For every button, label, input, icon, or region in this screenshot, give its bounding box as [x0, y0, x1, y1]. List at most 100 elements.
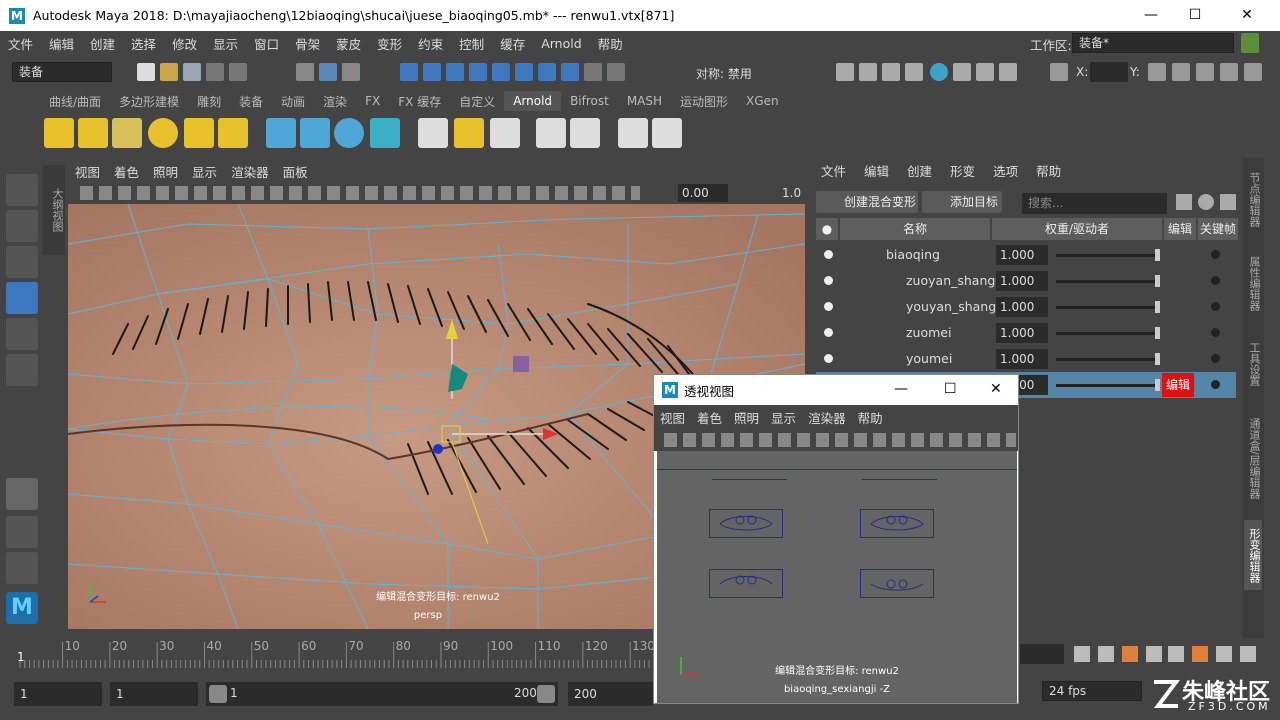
popup-minimize-button[interactable]: —: [894, 381, 908, 397]
tab-shape-editor[interactable]: 形变编辑器: [1244, 520, 1262, 590]
se-menu-file[interactable]: 文件: [812, 161, 855, 180]
character-controls-icon[interactable]: [1196, 63, 1214, 81]
weight-field[interactable]: 1.000: [996, 297, 1048, 317]
outliner-sidebar[interactable]: 大纲视图: [43, 165, 65, 255]
close-button[interactable]: ✕: [1224, 0, 1270, 31]
menuset-select[interactable]: 装备: [12, 62, 112, 82]
visibility-toggle-icon[interactable]: [824, 354, 833, 363]
sidebar-toggle-icon[interactable]: [1148, 63, 1166, 81]
menu-select[interactable]: 选择: [123, 34, 164, 53]
weight-slider[interactable]: [1056, 332, 1156, 335]
tab-curves[interactable]: 曲线/曲面: [40, 93, 110, 110]
lock-icon[interactable]: [1241, 33, 1259, 53]
anim-start-field[interactable]: 1: [110, 682, 198, 706]
end-time-field[interactable]: 200: [568, 682, 653, 706]
se-menu-shape[interactable]: 形变: [941, 161, 984, 180]
start-time-field[interactable]: 1: [14, 682, 102, 706]
tab-rigging[interactable]: 装备: [230, 93, 272, 110]
keyframe-icon[interactable]: [1211, 328, 1220, 337]
menu-file[interactable]: 文件: [0, 34, 41, 53]
arnold-settings-icon[interactable]: [976, 63, 994, 81]
export-ass-icon[interactable]: [370, 118, 400, 148]
x-field[interactable]: [1090, 62, 1128, 82]
vp-menu-lighting[interactable]: 照明: [146, 162, 185, 181]
modeling-toolkit-icon[interactable]: [1172, 63, 1190, 81]
visibility-toggle-icon[interactable]: [824, 328, 833, 337]
edit-column-header[interactable]: 编辑: [1164, 218, 1196, 240]
gamma-field[interactable]: 1.0: [782, 184, 805, 202]
tab-rendering[interactable]: 渲染: [314, 93, 356, 110]
popup-close-button[interactable]: ✕: [990, 381, 1002, 397]
menu-skeleton[interactable]: 骨架: [287, 34, 328, 53]
tab-tool-settings[interactable]: 工具设置: [1244, 334, 1262, 394]
tab-poly-modeling[interactable]: 多边形建模: [110, 93, 188, 110]
refresh-icon[interactable]: [1198, 194, 1214, 210]
photometric-light-icon[interactable]: [112, 118, 142, 148]
rotate-tool-icon[interactable]: [6, 318, 38, 350]
se-menu-help[interactable]: 帮助: [1027, 161, 1070, 180]
lock-selection-icon[interactable]: [584, 63, 602, 81]
menu-deform[interactable]: 变形: [369, 34, 410, 53]
snap-grid-icon[interactable]: [400, 63, 418, 81]
minimize-button[interactable]: —: [1128, 0, 1174, 31]
step-forward-icon[interactable]: [1216, 646, 1232, 662]
mesh-light-icon[interactable]: [78, 118, 108, 148]
brow-control-left[interactable]: [709, 569, 783, 598]
snap-point-icon[interactable]: [446, 63, 464, 81]
se-menu-options[interactable]: 选项: [984, 161, 1027, 180]
transform-mode-icon[interactable]: [1050, 63, 1068, 81]
se-menu-create[interactable]: 创建: [898, 161, 941, 180]
keyframe-icon[interactable]: [1211, 302, 1220, 311]
snap-curve-icon[interactable]: [423, 63, 441, 81]
area-light-icon[interactable]: [44, 118, 74, 148]
vp-menu-show[interactable]: 显示: [185, 162, 224, 181]
txmake-icon[interactable]: [454, 118, 484, 148]
slider-knob[interactable]: [1155, 353, 1160, 365]
keyframe-icon[interactable]: [1211, 276, 1220, 285]
weight-slider[interactable]: [1056, 306, 1156, 309]
keyframe-icon[interactable]: [1211, 354, 1220, 363]
single-perspective-icon[interactable]: [6, 478, 38, 510]
popup-menu-help[interactable]: 帮助: [852, 408, 889, 427]
ipr-render-icon[interactable]: [882, 63, 900, 81]
edit-button[interactable]: 编辑: [1162, 373, 1194, 397]
range-slider[interactable]: 1 200: [206, 682, 558, 706]
snap-projected-icon[interactable]: [469, 63, 487, 81]
vp-menu-panels[interactable]: 面板: [276, 162, 315, 181]
physical-sky-icon[interactable]: [218, 118, 248, 148]
target-row[interactable]: zuomei 1.000: [816, 320, 1236, 346]
visibility-toggle-icon[interactable]: [824, 302, 833, 311]
weight-slider[interactable]: [1056, 384, 1156, 387]
outliner-layout-icon[interactable]: [6, 552, 38, 584]
brow-control-right[interactable]: [860, 569, 934, 598]
tab-attribute-editor[interactable]: 属性编辑器: [1244, 248, 1262, 318]
eye-control-left[interactable]: [709, 509, 783, 538]
maximize-button[interactable]: ☐: [1172, 0, 1218, 31]
move-tool-icon[interactable]: [6, 282, 38, 314]
slider-knob[interactable]: [1155, 249, 1160, 261]
render-frame-icon[interactable]: [859, 63, 877, 81]
visibility-toggle-icon[interactable]: [824, 276, 833, 285]
menu-help[interactable]: 帮助: [590, 34, 631, 53]
weight-field[interactable]: 1.000: [996, 349, 1048, 369]
menu-arnold[interactable]: Arnold: [533, 36, 589, 51]
hypershade-icon[interactable]: [930, 63, 948, 81]
keyframe-icon[interactable]: [1211, 380, 1220, 389]
menu-control[interactable]: 控制: [451, 34, 492, 53]
slider-knob[interactable]: [1155, 301, 1160, 313]
menu-cache[interactable]: 缓存: [492, 34, 533, 53]
new-folder-icon[interactable]: [1176, 194, 1192, 210]
menu-edit[interactable]: 编辑: [41, 34, 82, 53]
select-component-icon[interactable]: [342, 63, 360, 81]
popup-menu-view[interactable]: 视图: [654, 408, 691, 427]
go-to-start-icon[interactable]: [1074, 646, 1090, 662]
target-row[interactable]: youmei 1.000: [816, 346, 1236, 372]
menu-windows[interactable]: 窗口: [246, 34, 287, 53]
lasso-tool-icon[interactable]: [6, 210, 38, 242]
panel-tools-icon[interactable]: [80, 186, 640, 200]
tab-mash[interactable]: MASH: [618, 94, 671, 108]
exposure-field[interactable]: 0.00: [678, 184, 728, 202]
target-row[interactable]: youyan_shangyan 1.000: [816, 294, 1236, 320]
playblast-icon[interactable]: [652, 118, 682, 148]
range-end-handle[interactable]: [537, 685, 555, 703]
